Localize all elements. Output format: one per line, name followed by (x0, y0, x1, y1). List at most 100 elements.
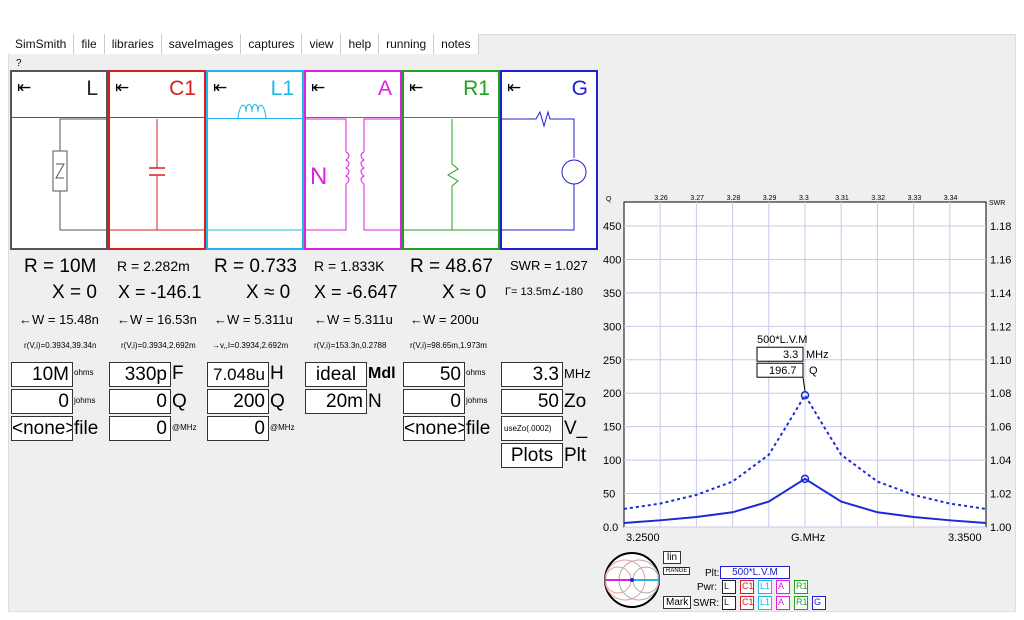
menu-file[interactable]: file (74, 34, 105, 54)
y-tick-left: 400 (603, 254, 621, 266)
menu-simsmith[interactable]: SimSmith (8, 34, 75, 54)
load-resistance-field[interactable]: 10M (11, 362, 73, 387)
unit-label: Q (172, 391, 187, 412)
panel-a[interactable]: ⇤ A N (304, 70, 402, 250)
swr-checkbox-label: G (814, 597, 822, 607)
menu-help[interactable]: help (341, 34, 380, 54)
readout-r-c1: R = 2.282m (117, 258, 190, 274)
readout-x-c1: X = -146.1 (118, 282, 202, 302)
generator-icon (502, 110, 587, 231)
menu-libraries[interactable]: libraries (105, 34, 162, 54)
swr-checkbox[interactable]: C1 (740, 596, 754, 610)
x-tick-top: 3.27 (690, 195, 704, 202)
y-tick-right: 1.14 (990, 288, 1011, 300)
readout-x-l1: X ≈ 0 (246, 282, 291, 303)
l1-freq-field[interactable]: 0 (207, 416, 269, 441)
readout-vi-a: r(V,i)=153.3n,0.2788 (314, 341, 387, 350)
panel-load[interactable]: ⇤ L (10, 70, 108, 250)
readout-x-a: X = -6.647 (314, 282, 398, 302)
x-tick-top: 3.3 (799, 195, 809, 202)
pwr-checkbox[interactable]: R1 (794, 580, 808, 594)
chart-svg: 3.26 3.27 3.28 3.29 3.3 3.31 3.32 3.33 3.34 0.0 50… (603, 195, 1011, 544)
mark-button[interactable]: Mark (663, 596, 692, 609)
readout-vi-l1: →v,,I=0.3934,2.692m (212, 341, 289, 350)
range-button[interactable]: RANGE (663, 567, 691, 575)
unit-label: ohms (466, 368, 486, 377)
y-tick-left: 450 (603, 221, 621, 233)
menu-saveimages[interactable]: saveImages (162, 34, 242, 54)
swr-checkbox-label: L1 (760, 597, 771, 607)
unit-label: file (466, 418, 491, 439)
readout-vi-r1: r(V,i)=98.65m,1.973m (410, 341, 487, 350)
readout-r-l1: R = 0.733 (214, 256, 297, 277)
g-frequency-field[interactable]: 3.3 (501, 362, 563, 387)
l1-value-field[interactable]: 7.048u (207, 362, 269, 387)
x-tick-top: 3.31 (835, 195, 849, 202)
load-file-field[interactable]: <none> (11, 416, 73, 441)
marker-x-value: 3.3 (783, 349, 798, 361)
swr-checkbox[interactable]: L1 (758, 596, 772, 610)
r1-reactance-field[interactable]: 0 (403, 389, 465, 414)
y-axis-label-right: SWR (989, 200, 1005, 207)
swr-checkbox[interactable]: L (722, 596, 736, 610)
r1-file-field[interactable]: <none> (403, 416, 465, 441)
y-tick-right: 1.08 (990, 388, 1011, 400)
pwr-checkbox[interactable]: A (776, 580, 790, 594)
pwr-label: Pwr: (697, 582, 717, 593)
load-reactance-field[interactable]: 0 (11, 389, 73, 414)
unit-label: Plt (564, 445, 587, 466)
menu-bar: SimSmith file libraries saveImages captu… (8, 34, 479, 54)
y-tick-right: 1.12 (990, 321, 1011, 333)
panel-r1[interactable]: ⇤ R1 (402, 70, 500, 250)
x-tick-top: 3.29 (763, 195, 777, 202)
menu-view[interactable]: view (302, 34, 342, 54)
pwr-checkbox[interactable]: L (722, 580, 736, 594)
x-tick-top: 3.32 (871, 195, 885, 202)
swr-checkbox[interactable]: R1 (794, 596, 808, 610)
pwr-checkbox[interactable]: C1 (740, 580, 754, 594)
readout-r-a: R = 1.833K (314, 258, 385, 274)
q-swr-chart[interactable]: 3.26 3.27 3.28 3.29 3.3 3.31 3.32 3.33 3.34 0.0 50… (600, 190, 1016, 545)
r1-resistance-field[interactable]: 50 (403, 362, 465, 387)
marker-label: 500*L.V.M (757, 334, 807, 346)
swr-checkbox[interactable]: G (812, 596, 826, 610)
readout-w-l1: ←W = 5.311u (214, 312, 293, 327)
readout-r-r1: R = 48.67 (410, 256, 493, 277)
unit-label: johms (466, 396, 488, 405)
y-tick-left: 200 (603, 388, 621, 400)
unit-label: johms (74, 396, 96, 405)
y-tick-right: 1.00 (990, 522, 1011, 534)
a-turns-field[interactable]: 20m (305, 389, 367, 414)
y-tick-left: 300 (603, 321, 621, 333)
c1-freq-field[interactable]: 0 (109, 416, 171, 441)
l1-q-field[interactable]: 200 (207, 389, 269, 414)
smith-chart-icon[interactable] (602, 550, 662, 610)
unit-label: Mdl (368, 365, 396, 382)
menu-notes[interactable]: notes (434, 34, 479, 54)
panel-g[interactable]: ⇤ G (500, 70, 598, 250)
c1-q-field[interactable]: 0 (109, 389, 171, 414)
unit-label: file (74, 418, 99, 439)
pwr-checkbox[interactable]: L1 (758, 580, 772, 594)
lin-toggle[interactable]: lin (663, 551, 682, 564)
readout-r-load: R = 10M (24, 256, 97, 277)
help-mark[interactable]: ? (16, 58, 22, 69)
c1-value-field[interactable]: 330p (109, 362, 171, 387)
g-voltage-field[interactable]: useZo(.0002) (501, 416, 563, 441)
readout-vi-c1: r(V,i)=0.3934,2.692m (121, 341, 196, 350)
swr-checkbox-label: A (778, 597, 785, 607)
readout-gamma: Γ= 13.5m∠-180 (505, 286, 583, 298)
menu-running[interactable]: running (379, 34, 435, 54)
g-zo-field[interactable]: 50 (501, 389, 563, 414)
y-tick-right: 1.02 (990, 489, 1011, 501)
panel-c1[interactable]: ⇤ C1 (108, 70, 206, 250)
panel-l1[interactable]: ⇤ L1 (206, 70, 304, 250)
swr-checkbox[interactable]: A (776, 596, 790, 610)
unit-label: F (172, 363, 184, 384)
menu-captures[interactable]: captures (241, 34, 303, 54)
unit-label: Zo (564, 391, 587, 412)
plots-button[interactable]: Plots (501, 443, 563, 468)
a-model-field[interactable]: ideal (305, 362, 367, 387)
swr-label: SWR: (693, 598, 720, 609)
plt-field[interactable]: 500*L.V.M (720, 566, 790, 579)
